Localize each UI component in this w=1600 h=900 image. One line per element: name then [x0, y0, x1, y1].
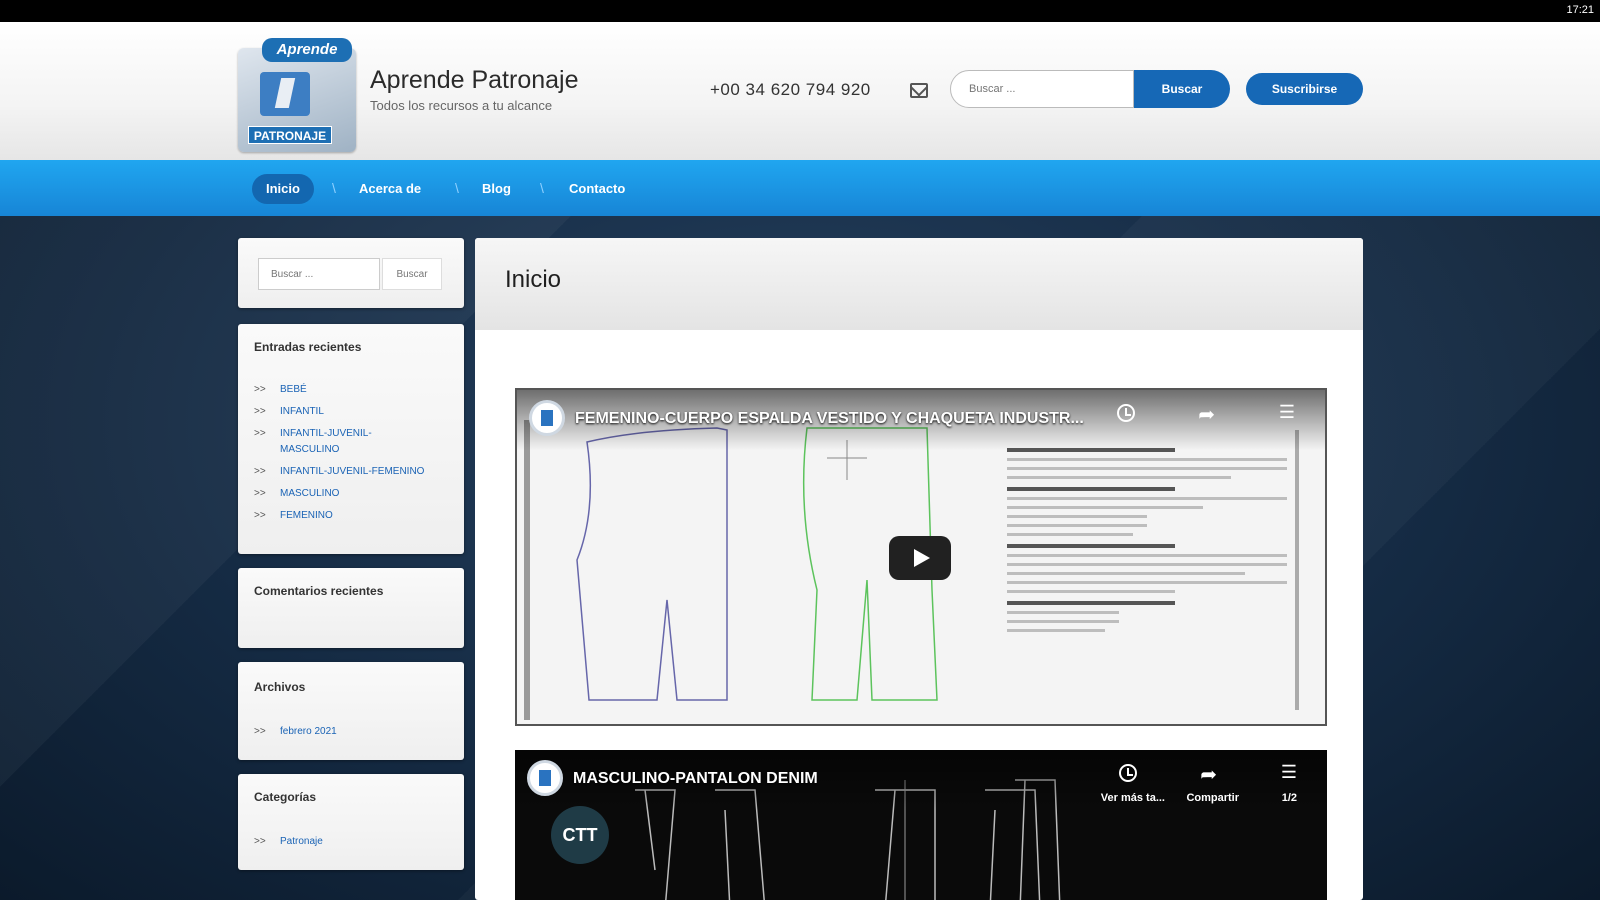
recent-comments-widget: Comentarios recientes: [238, 568, 464, 648]
nav-item-inicio[interactable]: Inicio: [252, 174, 314, 204]
channel-avatar-icon[interactable]: [527, 760, 563, 796]
chevron-right-icon: >>: [254, 726, 266, 737]
chevron-right-icon: >>: [254, 406, 266, 417]
recent-posts-widget: Entradas recientes >> BEBÉ >> INFANTIL >> I…: [238, 324, 464, 554]
playlist-count: 1/2: [1281, 792, 1297, 804]
sidebar-search-widget: Buscar: [238, 238, 464, 308]
video-player-1[interactable]: FEMENINO-CUERPO ESPALDA VESTIDO Y CHAQUE…: [515, 388, 1327, 726]
video-title[interactable]: FEMENINO-CUERPO ESPALDA VESTIDO Y CHAQUE…: [575, 410, 1084, 428]
channel-badge: CTT: [551, 806, 609, 864]
chevron-right-icon: >>: [254, 466, 266, 477]
recent-post-item[interactable]: >> BEBÉ: [254, 382, 444, 398]
share-label[interactable]: Compartir: [1186, 792, 1239, 804]
chevron-right-icon: >>: [254, 836, 266, 847]
share-icon[interactable]: ➦: [1198, 402, 1215, 427]
chevron-right-icon: >>: [254, 488, 266, 499]
nav-separator: \: [455, 180, 459, 196]
phone-number: +00 34 620 794 920: [710, 80, 871, 99]
logo-top-text: Aprende: [262, 38, 352, 62]
header-search-input[interactable]: [950, 70, 1134, 108]
share-icon[interactable]: ➦: [1200, 762, 1217, 787]
chevron-right-icon: >>: [254, 384, 266, 395]
recent-post-item[interactable]: >> INFANTIL: [254, 404, 444, 420]
watch-later-label[interactable]: Ver más ta...: [1101, 792, 1165, 804]
recent-posts-title: Entradas recientes: [254, 340, 362, 354]
mail-icon[interactable]: [910, 83, 928, 98]
status-bar: 17:21: [0, 0, 1600, 22]
logo-bottom-text: PATRONAJE: [248, 126, 332, 144]
sidebar-search-button[interactable]: Buscar: [382, 258, 442, 290]
recent-post-item[interactable]: >> INFANTIL-JUVENIL-FEMENINO: [254, 464, 444, 480]
site-title[interactable]: Aprende Patronaje: [370, 66, 578, 95]
watch-later-icon[interactable]: [1119, 764, 1137, 782]
nav-item-contacto[interactable]: Contacto: [555, 174, 639, 204]
chevron-right-icon: >>: [254, 428, 266, 439]
channel-avatar-icon[interactable]: [529, 400, 565, 436]
play-button[interactable]: [889, 536, 951, 580]
video-player-2[interactable]: MASCULINO-PANTALON DENIM CTT ➦ ☰ Ver más…: [515, 750, 1327, 900]
recent-post-item[interactable]: >> FEMENINO: [254, 508, 444, 524]
recent-post-item[interactable]: >> MASCULINO: [254, 486, 444, 502]
subscribe-button[interactable]: Suscribirse: [1246, 73, 1363, 105]
nav-item-acerca-de[interactable]: Acerca de: [345, 174, 435, 204]
site-logo[interactable]: Aprende PATRONAJE: [238, 36, 356, 152]
content-card: Inicio FEMENINO-CUERPO ESPALDA VESTIDO Y…: [475, 238, 1363, 900]
site-header: Aprende PATRONAJE Aprende Patronaje Todo…: [0, 22, 1600, 160]
watch-later-icon[interactable]: [1117, 404, 1135, 422]
archives-widget: Archivos >> febrero 2021: [238, 662, 464, 760]
video-title[interactable]: MASCULINO-PANTALON DENIM: [573, 770, 818, 788]
main-nav: Inicio \ Acerca de \ Blog \ Contacto: [0, 160, 1600, 216]
category-item[interactable]: >> Patronaje: [254, 834, 444, 850]
clock: 17:21: [1566, 4, 1594, 16]
archive-item[interactable]: >> febrero 2021: [254, 724, 444, 740]
categories-title: Categorías: [254, 790, 317, 804]
playlist-icon[interactable]: ☰: [1279, 402, 1295, 423]
page-title: Inicio: [505, 266, 562, 293]
nav-separator: \: [332, 180, 336, 196]
site-tagline: Todos los recursos a tu alcance: [370, 98, 553, 113]
nav-item-blog[interactable]: Blog: [468, 174, 525, 204]
chevron-right-icon: >>: [254, 510, 266, 521]
header-search-button[interactable]: Buscar: [1134, 70, 1230, 108]
recent-comments-title: Comentarios recientes: [254, 584, 384, 598]
recent-post-item[interactable]: >> INFANTIL-JUVENIL-MASCULINO: [254, 426, 390, 458]
categories-widget: Categorías >> Patronaje: [238, 774, 464, 870]
sidebar-search-input[interactable]: [258, 258, 380, 290]
content-header: Inicio: [475, 238, 1363, 330]
logo-figure-icon: [260, 72, 310, 116]
playlist-icon[interactable]: ☰: [1281, 762, 1297, 783]
document-text-lines: [1007, 440, 1287, 638]
nav-separator: \: [540, 180, 544, 196]
archives-title: Archivos: [254, 680, 306, 694]
